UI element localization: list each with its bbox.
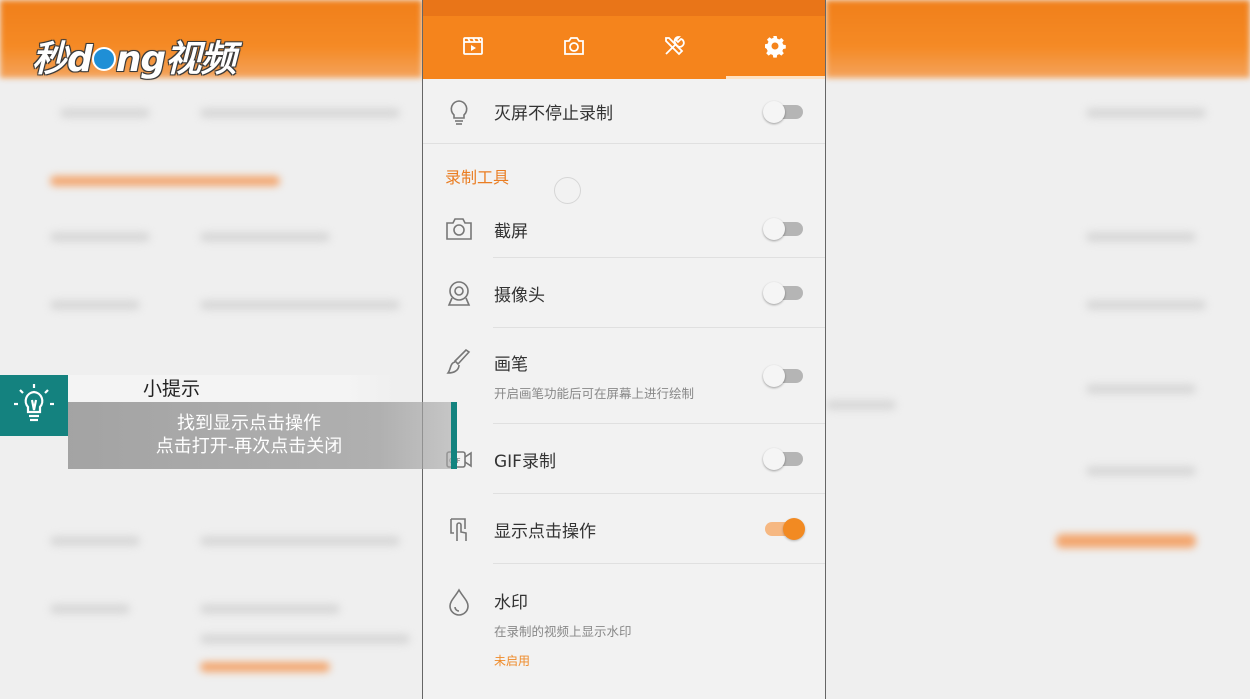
touch-icon <box>445 515 473 543</box>
setting-description: 在录制的视频上显示水印 <box>494 624 632 639</box>
tip-header <box>68 375 393 402</box>
setting-label: 水印 <box>494 593 528 613</box>
background-right <box>826 0 1250 699</box>
tip-lightbulb-badge <box>0 375 68 436</box>
background-left <box>0 0 422 699</box>
tab-settings[interactable] <box>725 16 826 79</box>
phone-screen: 灭屏不停止录制 录制工具 截屏 摄像头 画笔 开启画笔功能后可在屏幕上进行绘制 <box>422 0 826 699</box>
camera-icon <box>562 34 586 62</box>
show-touches-toggle[interactable] <box>765 518 805 540</box>
gear-icon <box>763 34 787 62</box>
watermark-status: 未启用 <box>494 654 531 668</box>
lightbulb-icon <box>445 98 473 126</box>
tab-videos[interactable] <box>423 16 524 79</box>
camera-icon <box>445 215 473 243</box>
lightbulb-icon <box>10 380 58 432</box>
gif-toggle[interactable] <box>763 448 803 470</box>
logo-watermark: 秒d ng视频 <box>32 39 236 80</box>
status-bar <box>423 0 825 16</box>
screen-off-toggle[interactable] <box>763 100 803 123</box>
setting-brush[interactable]: 画笔 开启画笔功能后可在屏幕上进行绘制 <box>423 328 825 424</box>
section-title-recording-tools: 录制工具 <box>445 168 510 187</box>
tip-body: 找到显示点击操作 点击打开-再次点击关闭 <box>68 402 456 469</box>
water-drop-icon <box>445 588 473 616</box>
brush-toggle[interactable] <box>763 365 803 387</box>
webcam-icon <box>445 279 473 307</box>
screenshot-toggle[interactable] <box>763 218 803 240</box>
setting-gif[interactable]: GIF GIF录制 <box>423 424 825 494</box>
tools-icon <box>662 34 686 62</box>
play-icon <box>91 47 116 71</box>
setting-show-touches[interactable]: 显示点击操作 <box>423 494 825 564</box>
setting-screen-off[interactable]: 灭屏不停止录制 <box>423 79 825 144</box>
tip-line-1: 找到显示点击操作 <box>177 413 321 434</box>
tab-bar <box>423 16 825 79</box>
tab-screenshots[interactable] <box>524 16 625 79</box>
video-clip-icon <box>461 34 485 62</box>
paintbrush-icon <box>445 348 473 377</box>
setting-screenshot[interactable]: 截屏 <box>423 200 825 258</box>
tip-line-2: 点击打开-再次点击关闭 <box>155 436 343 457</box>
setting-watermark[interactable]: 水印 在录制的视频上显示水印 未启用 <box>423 564 825 684</box>
tab-tools[interactable] <box>624 16 725 79</box>
tip-accent-bar <box>451 402 457 469</box>
setting-camera[interactable]: 摄像头 <box>423 258 825 328</box>
camera-toggle[interactable] <box>763 282 803 304</box>
tip-title: 小提示 <box>143 378 201 400</box>
